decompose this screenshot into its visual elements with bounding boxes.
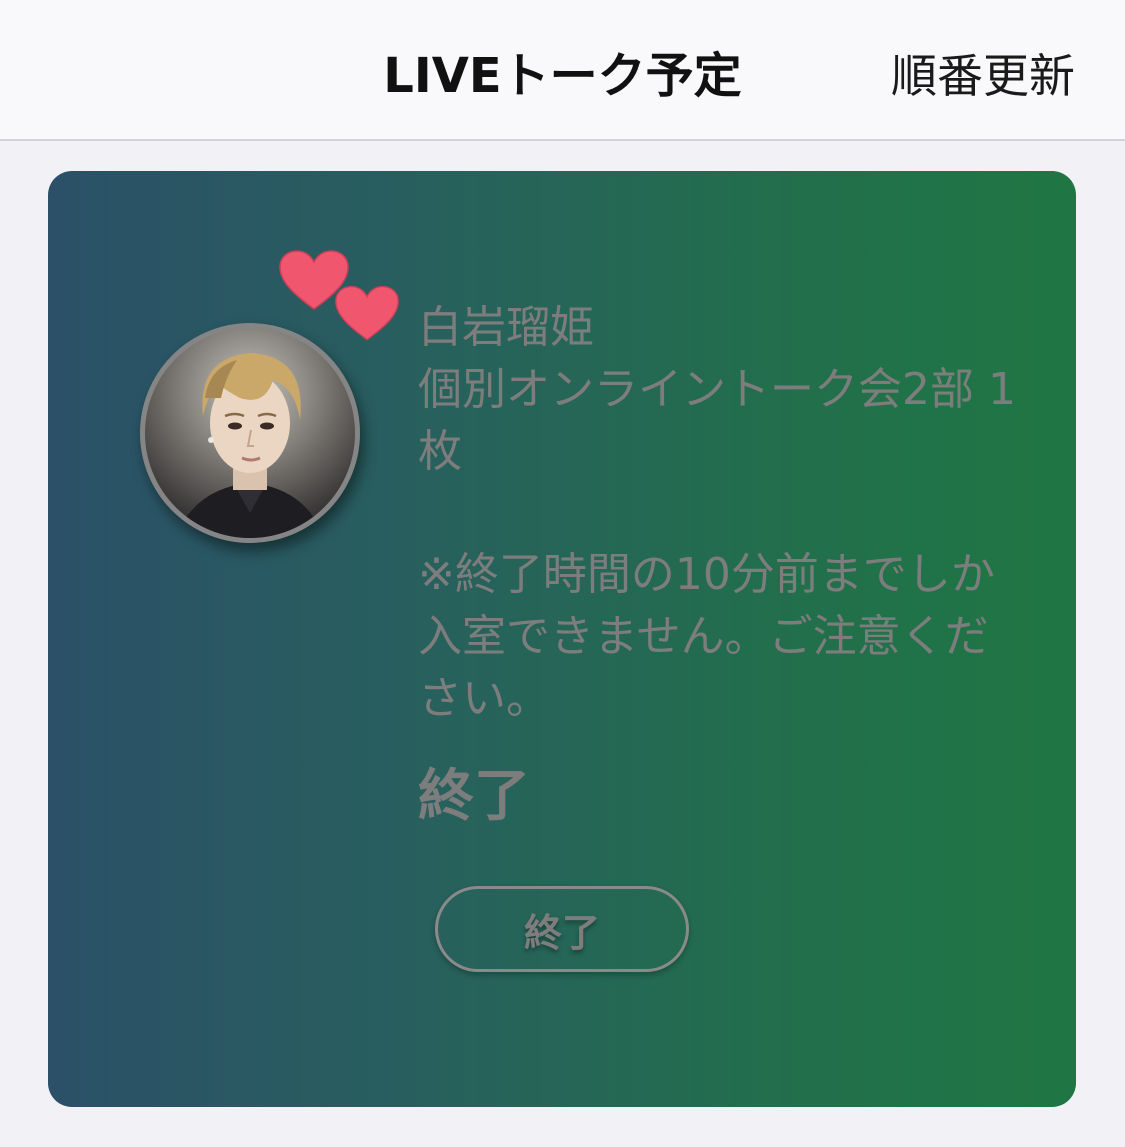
end-button-label: 終了 — [523, 910, 600, 955]
live-talk-card: 白岩瑠姫 個別オンライントーク会2部 1枚 ※終了時間の10分前までしか入室でき… — [48, 171, 1076, 1107]
artist-name: 白岩瑠姫 — [418, 302, 594, 353]
navigation-bar: LIVEトーク予定 順番更新 — [0, 0, 1125, 141]
status-label: 終了 — [418, 764, 530, 829]
refresh-order-button[interactable]: 順番更新 — [891, 44, 1075, 108]
entry-notice: ※終了時間の10分前までしか入室できません。ご注意ください。 — [418, 549, 995, 724]
avatar — [140, 323, 360, 543]
end-button[interactable]: 終了 — [435, 886, 689, 972]
heart-icon — [335, 285, 399, 341]
event-title: 個別オンライントーク会2部 1枚 — [418, 364, 1016, 477]
avatar-portrait-image — [175, 353, 325, 538]
